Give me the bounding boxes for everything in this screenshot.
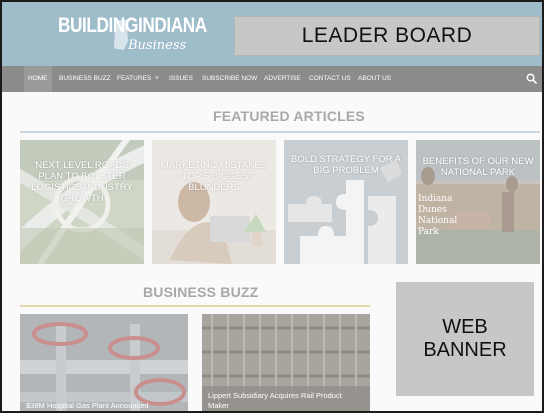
search-icon[interactable] (526, 73, 537, 84)
featured-card-roads-title: 'NEXT LEVEL ROADS' PLAN TO BOLSTER LOGIS… (31, 160, 133, 204)
nav-item-business-buzz[interactable]: BUSINESS BUZZ (59, 66, 111, 92)
chevron-down-icon: ˅ (155, 75, 159, 82)
featured-card-roads[interactable]: 'NEXT LEVEL ROADS' PLAN TO BOLSTER LOGIS… (20, 140, 144, 264)
buzz-card-lippert[interactable]: Lippert Subsidiary Acquires Rail Product… (202, 314, 370, 411)
buzz-card-lippert-caption: Lippert Subsidiary Acquires Rail Product… (208, 391, 342, 410)
nav-item-features[interactable]: FEATURES ˅ (117, 66, 159, 92)
business-buzz-heading: BUSINESS BUZZ (143, 284, 259, 300)
featured-card-strategy-title: BOLD STRATEGY FOR A BIG PROBLEM (291, 154, 401, 176)
page-frame: BUILDINGINDIANA Business LEADER BOARD HO… (0, 0, 544, 413)
industrial-valves-image (20, 314, 188, 411)
nav-item-advertise[interactable]: ADVERTISE (264, 66, 301, 92)
featured-card-marketing-title: MARKETING MISTAKES – TOP 5 BIGGEST BLUND… (160, 160, 268, 193)
nav-item-about-us[interactable]: ABOUT US (358, 66, 391, 92)
main-nav: HOME BUSINESS BUZZ FEATURES ˅ ISSUES SUB… (2, 66, 542, 92)
web-banner-line2: BANNER (423, 339, 507, 361)
park-sign-text: Indiana Dunes National Park (418, 194, 458, 237)
web-banner-ad[interactable]: WEB BANNER (396, 282, 534, 396)
featured-card-marketing[interactable]: MARKETING MISTAKES – TOP 5 BIGGEST BLUND… (152, 140, 276, 264)
buzz-card-hospital-gas-plant-caption: $38M Hospital Gas Plant Announced (26, 401, 149, 410)
logo-script: Business (128, 38, 187, 53)
leader-board-ad[interactable]: LEADER BOARD (234, 16, 540, 56)
logo-wordmark: BUILDINGINDIANA (58, 14, 207, 37)
featured-divider (20, 131, 540, 133)
featured-card-strategy[interactable]: BOLD STRATEGY FOR A BIG PROBLEM (284, 140, 408, 264)
buzz-card-hospital-gas-plant[interactable]: $38M Hospital Gas Plant Announced (20, 314, 188, 411)
nav-item-contact-us[interactable]: CONTACT US (309, 66, 351, 92)
nav-item-subscribe-now[interactable]: SUBSCRIBE NOW (202, 66, 257, 92)
business-buzz-divider (20, 305, 370, 307)
site-header: BUILDINGINDIANA Business LEADER BOARD (2, 2, 542, 66)
web-banner-line1: WEB (442, 316, 488, 338)
nav-item-features-label: FEATURES (117, 75, 152, 82)
site-logo[interactable]: BUILDINGINDIANA Business (58, 10, 207, 56)
nav-item-issues[interactable]: ISSUES (169, 66, 193, 92)
featured-card-national-park[interactable]: Indiana Dunes National Park BENEFITS OF … (416, 140, 540, 264)
page-content: FEATURED ARTICLES 'NEXT LEVEL ROADS' PLA… (2, 92, 542, 411)
featured-articles-heading: FEATURED ARTICLES (213, 108, 365, 124)
frustrated-person-laptop-image (152, 140, 276, 264)
featured-card-national-park-title: BENEFITS OF OUR NEW NATIONAL PARK (422, 156, 534, 178)
nav-item-home[interactable]: HOME (24, 66, 52, 92)
